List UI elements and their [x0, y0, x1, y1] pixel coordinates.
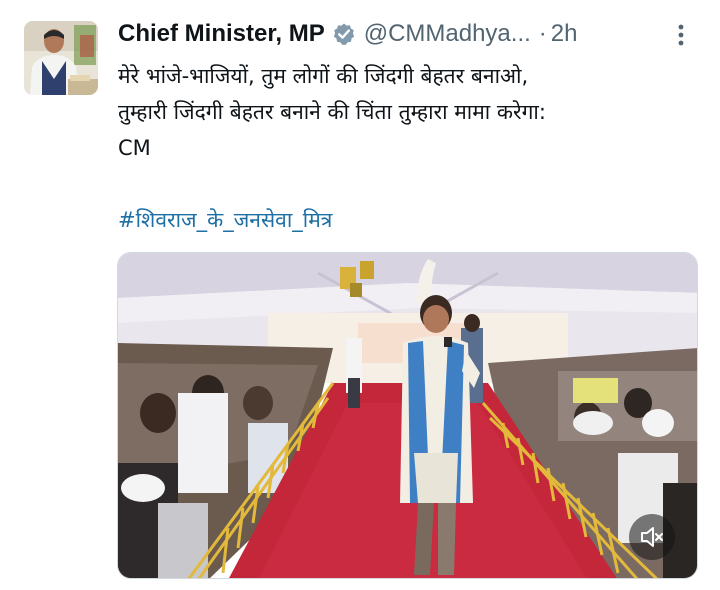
tweet-timestamp[interactable]: 2h [551, 20, 578, 48]
tweet-card[interactable]: Chief Minister, MP @CMMadhya... · 2h मेर… [0, 0, 720, 590]
verified-badge-icon [333, 23, 354, 45]
hashtag-link[interactable]: #शिवराज_के_जनसेवा_मित्र [118, 202, 332, 238]
author-handle[interactable]: @CMMadhya... [364, 20, 531, 48]
video-frame-image [118, 253, 697, 578]
tweet-text-line: तुम्हारी जिंदगी बेहतर बनाने की चिंता तुम… [118, 100, 546, 124]
tweet-text: मेरे भांजे-भाजियों, तुम लोगों की जिंदगी … [118, 58, 698, 166]
author-avatar[interactable] [24, 21, 98, 95]
speaker-muted-icon [641, 527, 663, 547]
tweet-video[interactable] [117, 252, 698, 579]
more-vertical-icon[interactable] [668, 22, 694, 48]
avatar-image [24, 21, 98, 95]
author-name[interactable]: Chief Minister, MP [118, 20, 325, 48]
header-separator: · [538, 20, 547, 47]
tweet-text-line: मेरे भांजे-भाजियों, तुम लोगों की जिंदगी … [118, 64, 529, 88]
mute-toggle-button[interactable] [629, 514, 675, 560]
tweet-text-line: CM [118, 136, 151, 160]
tweet-header: Chief Minister, MP @CMMadhya... · 2h [118, 14, 688, 54]
